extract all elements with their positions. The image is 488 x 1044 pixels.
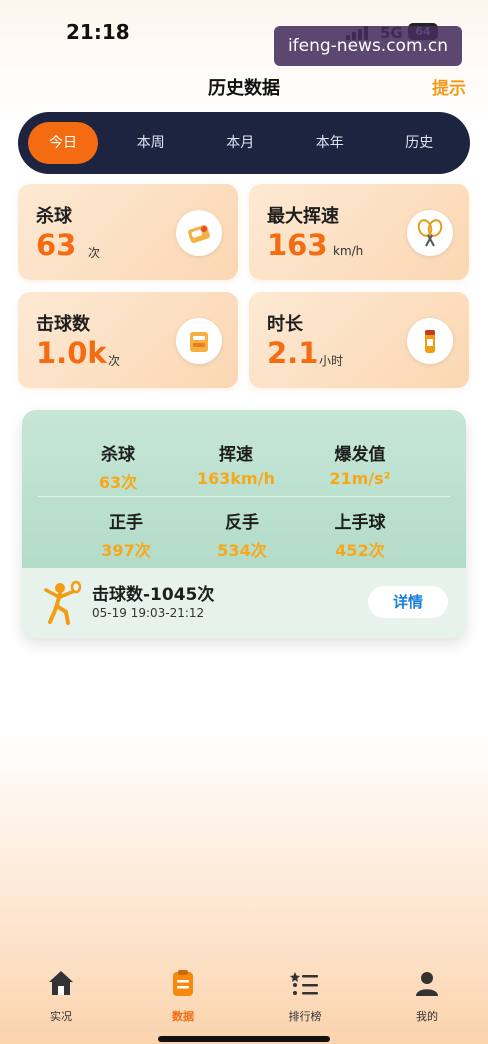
metric-burst: 爆发值 21m/s² (300, 440, 420, 488)
clock: 21:18 (66, 20, 130, 44)
duration-unit: 小时 (319, 354, 344, 368)
metric-value: 63次 (98, 473, 138, 492)
metric-overhead: 上手球 452次 (300, 508, 420, 561)
metric-value: 163km/h (197, 469, 275, 488)
clipboard-icon (173, 970, 193, 996)
nav-label: 实况 (50, 1010, 72, 1023)
period-tabs: 今日 本周 本月 本年 历史 (18, 112, 470, 174)
tab-month[interactable]: 本月 (196, 122, 286, 164)
smash-value: 63 (36, 228, 77, 262)
home-icon (49, 971, 73, 995)
max-speed-label: 最大挥速 (267, 206, 339, 227)
user-icon (416, 972, 438, 996)
nav-label: 排行榜 (288, 1010, 322, 1023)
metric-value: 397次 (101, 541, 151, 560)
session-summary: 击球数-1045次 05-19 19:03-21:12 详情 (22, 568, 466, 638)
smash-card[interactable]: 杀球 63 次 (18, 184, 238, 280)
smash-label: 杀球 (36, 206, 72, 227)
session-title: 击球数-1045次 (92, 585, 215, 605)
duration-value: 2.1 (267, 336, 319, 370)
metric-backhand: 反手 534次 (182, 508, 302, 561)
max-speed-unit: km/h (333, 244, 364, 258)
page-title: 历史数据 (208, 78, 280, 99)
nav-data[interactable]: 数据 (143, 968, 223, 1024)
tab-year[interactable]: 本年 (285, 122, 375, 164)
metric-value: 534次 (217, 541, 267, 560)
metric-forehand: 正手 397次 (66, 508, 186, 561)
max-speed-value: 163 (267, 228, 328, 262)
shuttlecock-box-icon (176, 210, 222, 256)
bottom-nav: 实况 数据 排行榜 我的 (0, 960, 488, 1044)
metric-value: 452次 (335, 541, 385, 560)
nav-label: 数据 (172, 1010, 194, 1023)
nav-label: 我的 (416, 1010, 438, 1023)
status-bar: 21:18 5G 64 ifeng-news.com.cn (0, 0, 488, 66)
nav-ranking[interactable]: 排行榜 (265, 968, 345, 1024)
hint-button[interactable]: 提示 (432, 74, 466, 99)
smash-unit: 次 (88, 246, 101, 260)
hits-unit: 次 (108, 354, 121, 368)
metric-label: 挥速 (219, 445, 253, 465)
racket-icon (407, 210, 453, 256)
max-speed-card[interactable]: 最大挥速 163 km/h (249, 184, 469, 280)
shuttlecock-box-icon (176, 318, 222, 364)
metric-label: 爆发值 (334, 445, 386, 465)
home-indicator[interactable] (158, 1036, 330, 1042)
nav-me[interactable]: 我的 (387, 968, 467, 1024)
tab-today[interactable]: 今日 (28, 122, 98, 164)
metric-label: 杀球 (101, 445, 135, 465)
nav-live[interactable]: 实况 (21, 968, 101, 1024)
watermark: ifeng-news.com.cn (274, 26, 462, 66)
divider (38, 496, 450, 497)
hits-label: 击球数 (36, 314, 90, 335)
header: 历史数据 提示 (0, 66, 488, 106)
metric-value: 21m/s² (329, 469, 391, 488)
tab-history[interactable]: 历史 (375, 122, 465, 164)
metric-label: 正手 (109, 513, 143, 533)
energy-drink-icon (407, 318, 453, 364)
metric-label: 反手 (225, 513, 259, 533)
session-time: 05-19 19:03-21:12 (92, 606, 205, 620)
duration-label: 时长 (267, 314, 303, 335)
detail-button[interactable]: 详情 (368, 586, 448, 618)
duration-card[interactable]: 时长 2.1 小时 (249, 292, 469, 388)
ranking-list-icon (290, 972, 318, 995)
metric-label: 上手球 (334, 513, 386, 533)
badminton-player-icon (44, 580, 82, 625)
metric-smash: 杀球 63次 (58, 440, 178, 493)
session-card[interactable]: 杀球 63次 挥速 163km/h 爆发值 21m/s² 正手 397次 反手 … (22, 410, 466, 638)
hits-value: 1.0k (36, 336, 107, 370)
hits-card[interactable]: 击球数 1.0k 次 (18, 292, 238, 388)
metric-swing-speed: 挥速 163km/h (176, 440, 296, 488)
tab-week[interactable]: 本周 (106, 122, 196, 164)
